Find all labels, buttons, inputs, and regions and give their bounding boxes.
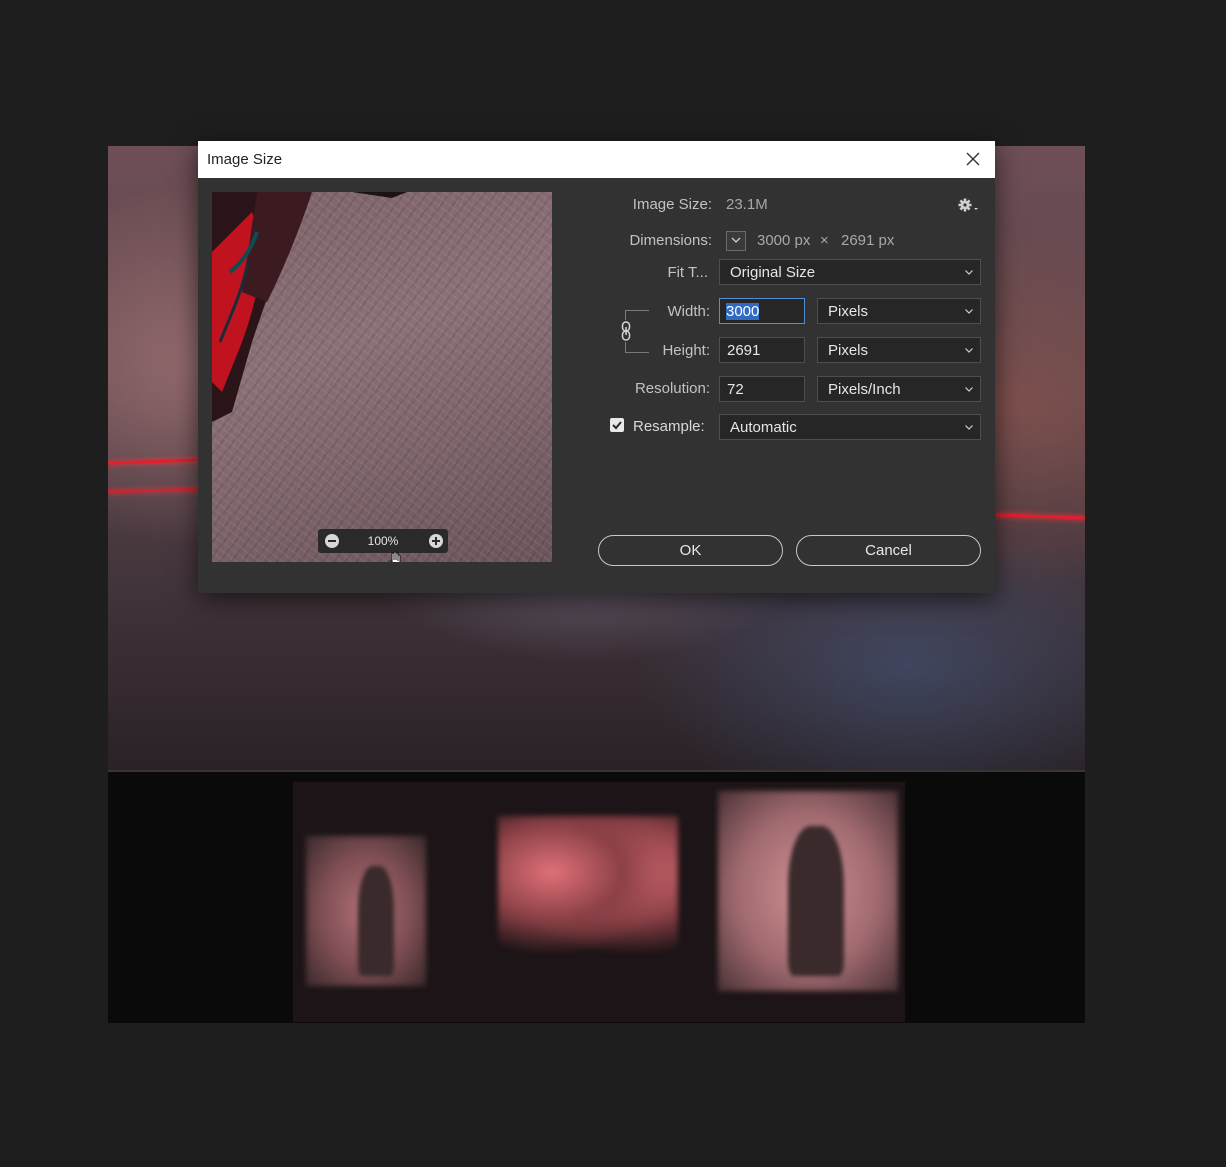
- gear-icon: [958, 198, 978, 212]
- dimensions-label: Dimensions:: [629, 232, 712, 249]
- laser-line: [108, 458, 201, 465]
- dialog-title: Image Size: [207, 151, 283, 168]
- width-label: Width:: [667, 303, 710, 320]
- width-unit-value: Pixels: [828, 303, 869, 320]
- chevron-down-icon: [965, 387, 973, 392]
- height-input[interactable]: [719, 337, 805, 363]
- dialog-titlebar: Image Size: [198, 141, 995, 178]
- hand-cursor-icon: [388, 551, 401, 562]
- height-unit-select[interactable]: Pixels: [817, 337, 981, 363]
- image-size-value: 23.1M: [726, 196, 768, 213]
- chevron-down-icon: [965, 309, 973, 314]
- checkmark-icon: [612, 421, 622, 430]
- image-size-label: Image Size:: [632, 196, 712, 213]
- settings-button[interactable]: [956, 196, 982, 216]
- zoom-out-icon: [325, 534, 339, 548]
- resolution-label: Resolution:: [634, 380, 710, 397]
- fit-to-value: Original Size: [730, 264, 816, 281]
- silhouette: [358, 866, 394, 976]
- fit-to-select[interactable]: Original Size: [719, 259, 981, 285]
- resolution-input[interactable]: [719, 376, 805, 402]
- dimensions-unit-toggle[interactable]: [726, 231, 746, 251]
- constrain-bracket: [625, 342, 626, 352]
- dimensions-width: 3000 px: [757, 232, 811, 249]
- zoom-level: 100%: [367, 534, 399, 548]
- preview-pane[interactable]: 100%: [212, 192, 552, 562]
- resample-value: Automatic: [730, 419, 797, 436]
- zoom-in-icon: [429, 534, 443, 548]
- cancel-button[interactable]: Cancel: [796, 535, 981, 566]
- resolution-unit-select[interactable]: Pixels/Inch: [817, 376, 981, 402]
- laser-line: [995, 513, 1085, 520]
- close-icon: [966, 152, 980, 166]
- chevron-down-icon: [731, 237, 741, 243]
- image-size-dialog: Image Size 100% Image Size: 23.1M Dimens…: [198, 141, 995, 593]
- width-unit-select[interactable]: Pixels: [817, 298, 981, 324]
- link-icon[interactable]: [620, 320, 632, 342]
- height-unit-value: Pixels: [828, 342, 869, 359]
- width-input[interactable]: 3000: [719, 298, 805, 324]
- chevron-down-icon: [965, 425, 973, 430]
- resolution-unit-value: Pixels/Inch: [828, 381, 901, 398]
- zoom-in-button[interactable]: [428, 533, 444, 549]
- constrain-bracket: [625, 310, 626, 320]
- chevron-down-icon: [965, 348, 973, 353]
- ok-button[interactable]: OK: [598, 535, 783, 566]
- laser-line: [108, 487, 201, 494]
- fit-to-label: Fit T...: [667, 264, 708, 281]
- resample-label: Resample:: [633, 418, 705, 435]
- zoom-out-button[interactable]: [324, 533, 340, 549]
- dimensions-times: ×: [820, 232, 829, 249]
- chevron-down-icon: [965, 270, 973, 275]
- close-button[interactable]: [958, 147, 988, 173]
- resample-select[interactable]: Automatic: [719, 414, 981, 440]
- width-value: 3000: [726, 303, 760, 320]
- silhouette: [788, 826, 844, 976]
- window-glow: [498, 816, 678, 956]
- preview-artwork: [212, 192, 407, 422]
- dimensions-height: 2691 px: [841, 232, 895, 249]
- preview-zoom-bar: 100%: [318, 529, 448, 553]
- resample-checkbox[interactable]: [610, 418, 624, 432]
- height-label: Height:: [662, 342, 710, 359]
